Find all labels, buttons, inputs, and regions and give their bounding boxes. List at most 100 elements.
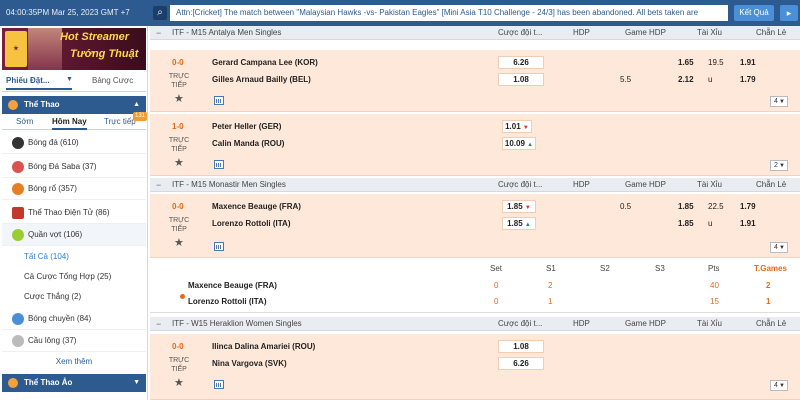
ou-under[interactable]: 1.91 — [740, 219, 756, 228]
calendar-icon[interactable] — [214, 380, 224, 389]
collapse-icon[interactable]: − — [156, 26, 161, 40]
col-over-under: Tài Xỉu — [697, 319, 722, 328]
next-icon[interactable]: ▸ — [780, 5, 798, 21]
ou-over[interactable]: 1.91 — [740, 58, 756, 67]
shuttlecock-icon — [12, 335, 24, 347]
volleyball-icon — [12, 313, 24, 325]
odds-away[interactable]: 1.85 ▲ — [502, 217, 536, 230]
odds-home[interactable]: 6.26 — [498, 56, 544, 69]
more-bets-dropdown[interactable]: 4 ▼ — [770, 242, 788, 253]
see-more-link[interactable]: Xem thêm — [2, 355, 146, 369]
sidebar-item-tennis[interactable]: Quần vợt (106) — [2, 224, 146, 246]
odds-home[interactable]: 1.85 ▼ — [502, 200, 536, 213]
league-header[interactable]: − ITF - M15 Monastir Men Singles Cược độ… — [150, 178, 800, 192]
home-team: Peter Heller (GER) — [212, 122, 282, 131]
tennis-sub-parlay[interactable]: Cả Cược Tổng Hợp (25) — [2, 268, 146, 286]
stat-header-total-games: T.Games — [754, 264, 787, 273]
chevron-down-icon: ▼ — [779, 245, 785, 251]
promo-banner[interactable]: ★ Hot Streamer Tướng Thuật — [2, 28, 146, 70]
tab-today[interactable]: Hôm Nay — [52, 114, 87, 130]
odds-away[interactable]: 6.26 — [498, 357, 544, 370]
sports-header[interactable]: Thể Thao ▲ — [2, 96, 146, 114]
banner-logo: ★ — [5, 31, 27, 67]
sidebar-item-basketball[interactable]: Bóng rổ (357) — [2, 178, 146, 200]
favorite-star-icon[interactable]: ★ — [174, 236, 184, 249]
calendar-icon[interactable] — [214, 242, 224, 251]
tennis-sub-outright[interactable]: Cược Thắng (2) — [2, 288, 146, 306]
tab-odds-table[interactable]: Bảng Cược — [92, 76, 133, 85]
ou-line: 22.5 — [708, 202, 724, 211]
collapse-icon[interactable]: − — [156, 317, 161, 331]
tab-live[interactable]: Trực tiếp — [104, 114, 136, 130]
stat-pts-1: 40 — [710, 281, 719, 290]
bet-tabs: Phiếu Đặt... ▼ Bảng Cược — [2, 72, 146, 92]
tab-early[interactable]: Sớm — [16, 114, 33, 130]
league-header[interactable]: − ITF - W15 Heraklion Women Singles Cược… — [150, 317, 800, 331]
odds-down-icon: ▼ — [524, 205, 531, 211]
search-icon[interactable]: ⌕ — [153, 6, 167, 20]
game-hdp-home[interactable]: 1.85 — [678, 202, 694, 211]
scoreboard-panel: Set S1 S2 S3 Pts T.Games Maxence Beauge … — [150, 261, 800, 313]
sports-icon — [8, 100, 18, 110]
sidebar-item-saba-soccer[interactable]: Bóng Đá Saba (37) — [2, 156, 146, 178]
odds-away[interactable]: 10.09 ▲ — [502, 137, 536, 150]
col-hdp: HDP — [573, 319, 590, 328]
tab-bet-slip[interactable]: Phiếu Đặt... — [6, 76, 72, 90]
clock: 04:00:35PM Mar 25, 2023 GMT +7 — [6, 8, 130, 17]
collapse-icon[interactable]: − — [156, 178, 161, 192]
virtual-sports-header[interactable]: Thể Thao Ảo ▼ — [2, 374, 146, 392]
more-bets-dropdown[interactable]: 2 ▼ — [770, 160, 788, 171]
chevron-down-icon: ▼ — [133, 379, 140, 386]
tennis-sub-all[interactable]: Tất Cả (104) — [2, 248, 146, 266]
stat-s1-1: 2 — [548, 281, 553, 290]
ou-over[interactable]: 1.79 — [740, 202, 756, 211]
stat-header-set: Set — [490, 264, 503, 273]
game-hdp-line: 5.5 — [620, 75, 632, 84]
odds-up-icon: ▲ — [524, 222, 531, 228]
match-row: 0-0 TRỰC TIẾP ★ Gerard Campana Lee (KOR) … — [150, 50, 800, 112]
sidebar-item-soccer[interactable]: Bóng đá (610) — [2, 132, 146, 154]
sidebar-item-label: Bóng rổ (357) — [28, 184, 77, 193]
more-bets-dropdown[interactable]: 4 ▼ — [770, 96, 788, 107]
banner-image — [28, 28, 62, 70]
chevron-down-icon: ▼ — [779, 99, 785, 105]
sidebar-item-label: Bóng chuyền (84) — [28, 314, 92, 323]
announcement-ticker[interactable]: Attn:[Cricket] The match between "Malays… — [170, 5, 728, 21]
col-over-under: Tài Xỉu — [697, 180, 722, 189]
col-game-hdp: Game HDP — [625, 180, 666, 189]
calendar-icon[interactable] — [214, 160, 224, 169]
results-button[interactable]: Kết Quả — [734, 5, 774, 21]
odds-away[interactable]: 1.08 — [498, 73, 544, 86]
sports-title: Thể Thao — [24, 100, 60, 109]
league-header[interactable]: − ITF - M15 Antalya Men Singles Cược đội… — [150, 26, 800, 40]
favorite-star-icon[interactable]: ★ — [174, 376, 184, 389]
stat-header-s2: S2 — [600, 264, 610, 273]
odds-home[interactable]: 1.01 ▼ — [502, 120, 532, 133]
away-team: Lorenzo Rottoli (ITA) — [212, 219, 291, 228]
live-score: 0-0 — [172, 202, 184, 211]
ou-under[interactable]: 1.79 — [740, 75, 756, 84]
game-hdp-away[interactable]: 2.12 — [678, 75, 694, 84]
stat-player-1: Maxence Beauge (FRA) — [188, 281, 277, 290]
virtual-sports-icon — [8, 378, 18, 388]
favorite-star-icon[interactable]: ★ — [174, 92, 184, 105]
ou-line: 19.5 — [708, 58, 724, 67]
serving-indicator — [180, 294, 185, 299]
odds-home[interactable]: 1.08 — [498, 340, 544, 353]
col-game-hdp: Game HDP — [625, 28, 666, 37]
game-hdp-home[interactable]: 1.65 — [678, 58, 694, 67]
game-hdp-away[interactable]: 1.85 — [678, 219, 694, 228]
ou-under-label: u — [708, 75, 713, 84]
calendar-icon[interactable] — [214, 96, 224, 105]
more-bets-dropdown[interactable]: 4 ▼ — [770, 380, 788, 391]
sidebar-item-volleyball[interactable]: Bóng chuyền (84) — [2, 308, 146, 330]
sidebar-item-badminton[interactable]: Cầu lông (37) — [2, 330, 146, 352]
sidebar-item-label: Cầu lông (37) — [28, 336, 77, 345]
league-name: ITF - M15 Antalya Men Singles — [172, 28, 282, 37]
home-team: Maxence Beauge (FRA) — [212, 202, 301, 211]
favorite-star-icon[interactable]: ★ — [174, 156, 184, 169]
soccer-ball-icon — [12, 137, 24, 149]
chevron-down-icon[interactable]: ▼ — [66, 76, 73, 83]
sidebar-item-esports[interactable]: Thể Thao Điện Tử (86) — [2, 202, 146, 224]
live-score: 0-0 — [172, 342, 184, 351]
